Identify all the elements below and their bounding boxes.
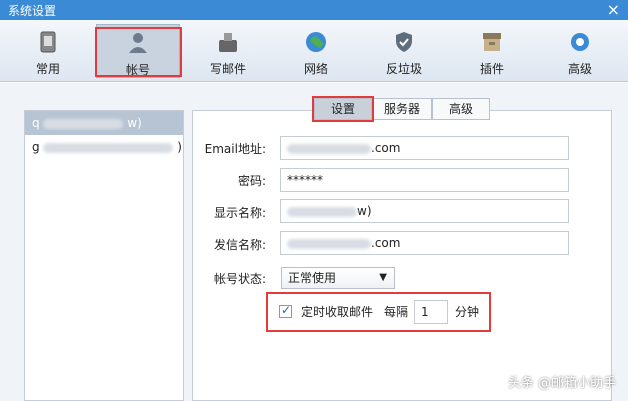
toolbar-item-label: 常用 [35,62,60,76]
email-label: Email地址: [204,142,266,156]
account-suffix: w) [127,116,142,130]
compose-icon [219,33,237,52]
toolbar-item-advanced[interactable]: 高级 [540,24,620,78]
phone-icon [40,31,56,53]
redacted-text [43,118,124,129]
redacted-text [287,143,371,154]
email-suffix: .com [371,141,401,155]
toolbar-item-label: 反垃圾 [385,62,422,76]
tab-server[interactable]: 服务器 [372,98,432,120]
toolbar-item-plugins[interactable]: 插件 [452,24,532,78]
email-field[interactable]: .com [280,136,569,160]
account-status-select[interactable]: 正常使用 ▼ [281,267,395,289]
shield-icon [396,32,412,52]
account-name: q [32,116,40,130]
box-icon [483,33,501,51]
password-label: 密码: [237,174,266,188]
sender-name-field[interactable]: .com [280,231,569,255]
toolbar-item-compose[interactable]: 写邮件 [188,24,268,78]
schedule-fetch-checkbox[interactable]: ✓ [279,303,292,318]
account-status-label: 帐号状态: [213,272,266,286]
toolbar-item-account[interactable]: 帐号 [96,24,180,78]
display-name-label: 显示名称: [213,206,266,220]
checkmark-icon: ✓ [281,303,292,317]
tab-label: 高级 [448,102,473,116]
user-icon [129,33,147,53]
sender-name-suffix: .com [371,236,401,250]
tab-label: 设置 [330,102,355,116]
toolbar-item-network[interactable]: 网络 [276,24,356,78]
globe-icon [306,32,326,52]
toolbar-item-label: 写邮件 [209,62,246,76]
toolbar-item-label: 插件 [479,62,504,76]
window-titlebar: 系统设置 × [0,0,628,20]
close-icon[interactable]: × [607,0,620,20]
toolbar-item-label: 网络 [303,62,328,76]
redacted-text [43,142,174,153]
tab-advanced[interactable]: 高级 [432,98,490,120]
tab-settings[interactable]: 设置 [314,98,372,120]
interval-input[interactable]: 1 [414,300,448,324]
tab-label: 服务器 [383,102,420,116]
settings-toolbar: 常用 帐号 写邮件 网络 反垃圾 插件 高级 [0,20,628,82]
account-list-item[interactable]: q w) [25,111,183,135]
password-field[interactable]: ****** [280,168,569,192]
chevron-down-icon: ▼ [379,272,387,283]
account-name: g [32,140,40,154]
watermark-text: 头条 @邮箱小助手 [507,376,616,391]
toolbar-item-label: 帐号 [125,63,150,77]
display-name-field[interactable]: w) [280,199,569,223]
redacted-text [287,206,357,217]
interval-prefix-label: 每隔 [384,305,409,319]
sender-name-label: 发信名称: [213,238,266,252]
toolbar-item-antispam[interactable]: 反垃圾 [364,24,444,78]
redacted-text [287,238,371,249]
toolbar-item-label: 高级 [567,62,592,76]
gear-icon [571,33,589,51]
window-title: 系统设置 [8,4,57,18]
interval-unit-label: 分钟 [455,305,480,319]
toolbar-item-general[interactable]: 常用 [8,24,88,78]
schedule-fetch-label: 定时收取邮件 [301,305,374,319]
account-list-item[interactable]: g ) [25,135,183,159]
display-name-suffix: w) [357,204,372,218]
account-suffix: ) [177,140,182,154]
account-status-value: 正常使用 [288,271,337,285]
account-list: q w) g ) [24,110,184,401]
